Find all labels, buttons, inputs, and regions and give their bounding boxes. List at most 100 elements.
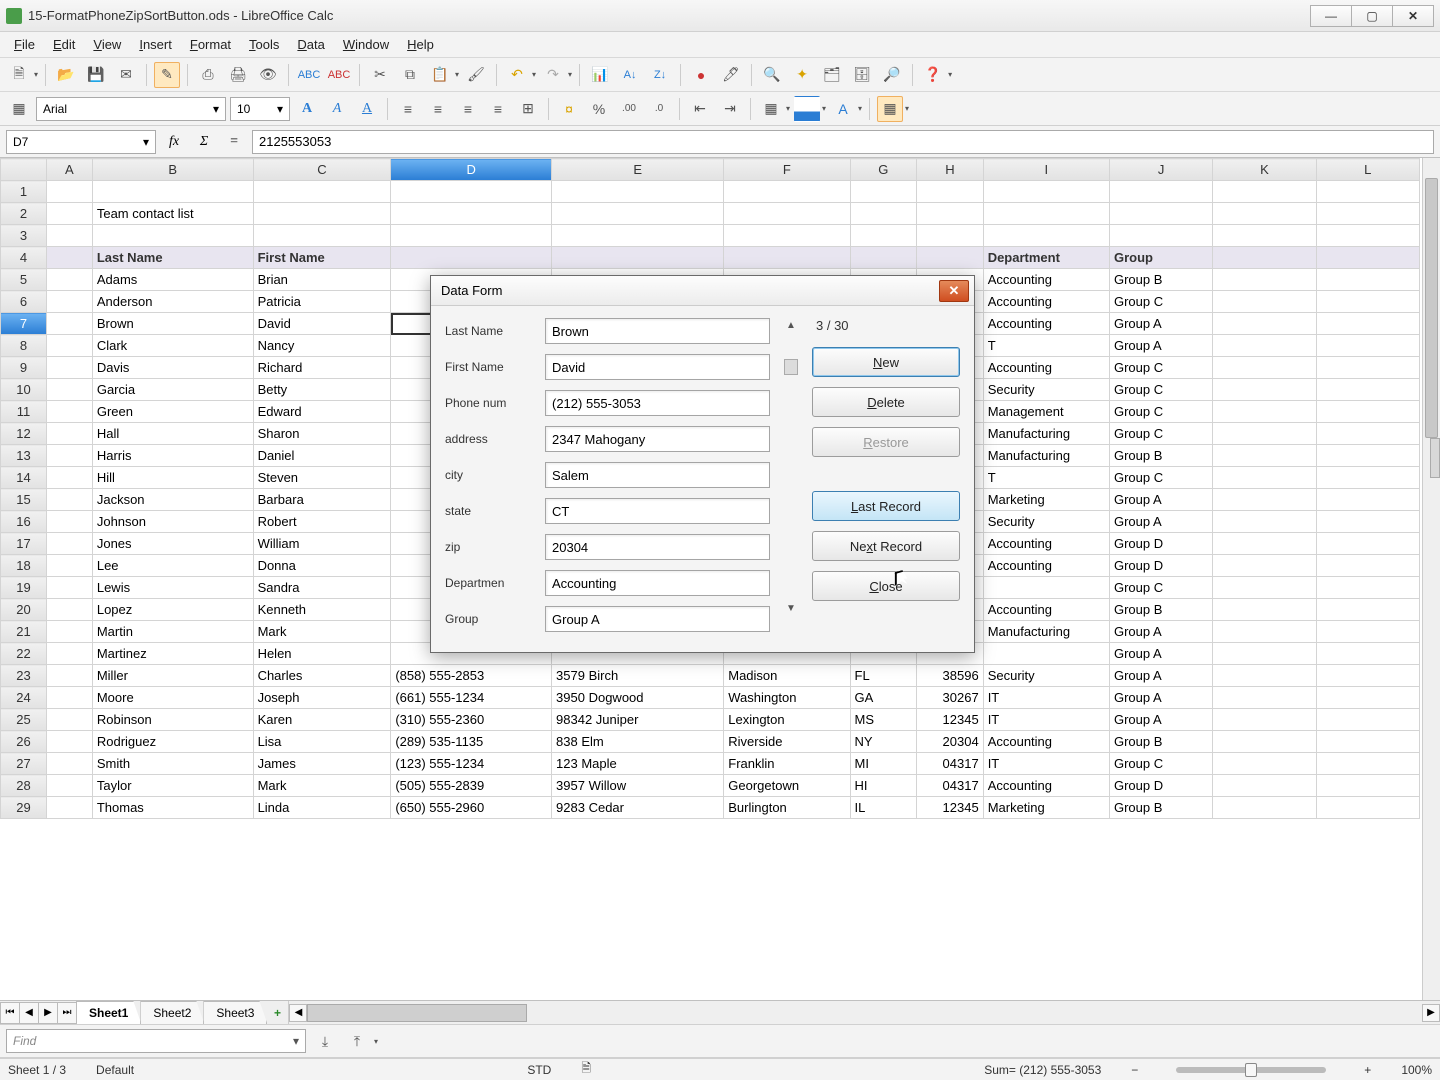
find-options-icon[interactable]: ▾ bbox=[374, 1037, 378, 1046]
italic-icon[interactable]: A bbox=[324, 96, 350, 122]
row-header[interactable]: 11 bbox=[1, 401, 47, 423]
cell[interactable]: Thomas bbox=[92, 797, 253, 819]
email-icon[interactable]: ✉ bbox=[113, 62, 139, 88]
menu-window[interactable]: Window bbox=[335, 34, 397, 55]
cell[interactable]: Group A bbox=[1109, 313, 1212, 335]
cell[interactable]: Accounting bbox=[983, 313, 1109, 335]
cell[interactable]: Clark bbox=[92, 335, 253, 357]
cell[interactable]: 3579 Birch bbox=[552, 665, 724, 687]
cell[interactable]: Security bbox=[983, 511, 1109, 533]
cell[interactable]: Karen bbox=[253, 709, 391, 731]
cell[interactable]: Robert bbox=[253, 511, 391, 533]
cell[interactable]: Lopez bbox=[92, 599, 253, 621]
vertical-scrollbar[interactable] bbox=[1422, 158, 1440, 1000]
row-header[interactable]: 20 bbox=[1, 599, 47, 621]
new-button[interactable]: New bbox=[812, 347, 960, 377]
row-header[interactable]: 15 bbox=[1, 489, 47, 511]
field-input-6[interactable] bbox=[545, 534, 770, 560]
cell[interactable]: Miller bbox=[92, 665, 253, 687]
cell[interactable]: NY bbox=[850, 731, 917, 753]
col-header-B[interactable]: B bbox=[92, 159, 253, 181]
cell[interactable]: Anderson bbox=[92, 291, 253, 313]
row-header[interactable]: 12 bbox=[1, 423, 47, 445]
copy-icon[interactable]: ⧉ bbox=[397, 62, 423, 88]
tab-last-icon[interactable]: ⏭ bbox=[57, 1002, 77, 1024]
menu-file[interactable]: File bbox=[6, 34, 43, 55]
scroll-up-icon[interactable]: ▲ bbox=[786, 320, 796, 331]
cell[interactable]: Group C bbox=[1109, 467, 1212, 489]
row-header[interactable]: 29 bbox=[1, 797, 47, 819]
cell[interactable]: Manufacturing bbox=[983, 423, 1109, 445]
cell[interactable]: Group B bbox=[1109, 797, 1212, 819]
cell[interactable]: (123) 555-1234 bbox=[391, 753, 552, 775]
cell[interactable]: (289) 535-1135 bbox=[391, 731, 552, 753]
cell[interactable]: IL bbox=[850, 797, 917, 819]
cell[interactable]: Group A bbox=[1109, 709, 1212, 731]
row-header[interactable]: 14 bbox=[1, 467, 47, 489]
changes-icon[interactable]: 🖊 bbox=[718, 62, 744, 88]
font-size-select[interactable]: 10▾ bbox=[230, 97, 290, 121]
menu-format[interactable]: Format bbox=[182, 34, 239, 55]
merge-icon[interactable]: ⊞ bbox=[515, 96, 541, 122]
cell[interactable]: Steven bbox=[253, 467, 391, 489]
cell[interactable]: Group B bbox=[1109, 599, 1212, 621]
cell[interactable]: Rodriguez bbox=[92, 731, 253, 753]
cell[interactable]: Group C bbox=[1109, 379, 1212, 401]
cell[interactable]: (505) 555-2839 bbox=[391, 775, 552, 797]
col-header-F[interactable]: F bbox=[724, 159, 850, 181]
cell[interactable]: Group A bbox=[1109, 489, 1212, 511]
cell[interactable]: 20304 bbox=[917, 731, 984, 753]
col-header-G[interactable]: G bbox=[850, 159, 917, 181]
cell[interactable]: Helen bbox=[253, 643, 391, 665]
cell[interactable]: IT bbox=[983, 753, 1109, 775]
maximize-button[interactable]: ▢ bbox=[1351, 5, 1393, 27]
cell[interactable]: HI bbox=[850, 775, 917, 797]
cell[interactable]: Franklin bbox=[724, 753, 850, 775]
sheet-tab-sheet1[interactable]: Sheet1 bbox=[76, 1001, 141, 1024]
menu-edit[interactable]: Edit bbox=[45, 34, 83, 55]
field-input-5[interactable] bbox=[545, 498, 770, 524]
row-header[interactable]: 19 bbox=[1, 577, 47, 599]
field-input-3[interactable] bbox=[545, 426, 770, 452]
cell[interactable]: Mark bbox=[253, 775, 391, 797]
row-header[interactable]: 18 bbox=[1, 555, 47, 577]
cell[interactable]: 3950 Dogwood bbox=[552, 687, 724, 709]
cell[interactable]: Patricia bbox=[253, 291, 391, 313]
new-doc-icon[interactable]: 🗎 bbox=[6, 62, 32, 88]
font-name-select[interactable]: Arial▾ bbox=[36, 97, 226, 121]
cell[interactable]: Management bbox=[983, 401, 1109, 423]
cell[interactable]: (650) 555-2960 bbox=[391, 797, 552, 819]
row-header[interactable]: 6 bbox=[1, 291, 47, 313]
cell[interactable]: 98342 Juniper bbox=[552, 709, 724, 731]
cell[interactable]: 38596 bbox=[917, 665, 984, 687]
cell[interactable]: Sandra bbox=[253, 577, 391, 599]
spellcheck-icon[interactable]: ABC bbox=[296, 62, 322, 88]
cell[interactable]: Hill bbox=[92, 467, 253, 489]
row-header[interactable]: 13 bbox=[1, 445, 47, 467]
cell[interactable]: Group D bbox=[1109, 533, 1212, 555]
field-input-7[interactable] bbox=[545, 570, 770, 596]
cell[interactable]: 838 Elm bbox=[552, 731, 724, 753]
cell[interactable]: Accounting bbox=[983, 533, 1109, 555]
delete-button[interactable]: Delete bbox=[812, 387, 960, 417]
cell[interactable]: Edward bbox=[253, 401, 391, 423]
col-header-I[interactable]: I bbox=[983, 159, 1109, 181]
cell[interactable]: Riverside bbox=[724, 731, 850, 753]
cell[interactable]: Manufacturing bbox=[983, 445, 1109, 467]
cell[interactable]: Smith bbox=[92, 753, 253, 775]
gallery-icon[interactable]: 🗂 bbox=[819, 62, 845, 88]
cell[interactable]: Group B bbox=[1109, 731, 1212, 753]
row-header[interactable]: 25 bbox=[1, 709, 47, 731]
zoom-slider[interactable] bbox=[1176, 1067, 1326, 1073]
cut-icon[interactable]: ✂ bbox=[367, 62, 393, 88]
row-header[interactable]: 27 bbox=[1, 753, 47, 775]
sum-icon[interactable]: Σ bbox=[192, 130, 216, 154]
currency-icon[interactable]: ¤ bbox=[556, 96, 582, 122]
cell[interactable]: IT bbox=[983, 687, 1109, 709]
cell[interactable]: 04317 bbox=[917, 775, 984, 797]
cell[interactable]: Lewis bbox=[92, 577, 253, 599]
cell[interactable]: Betty bbox=[253, 379, 391, 401]
sheet-tab-sheet3[interactable]: Sheet3 bbox=[203, 1001, 267, 1024]
autospell-icon[interactable]: ABC bbox=[326, 62, 352, 88]
field-input-1[interactable] bbox=[545, 354, 770, 380]
